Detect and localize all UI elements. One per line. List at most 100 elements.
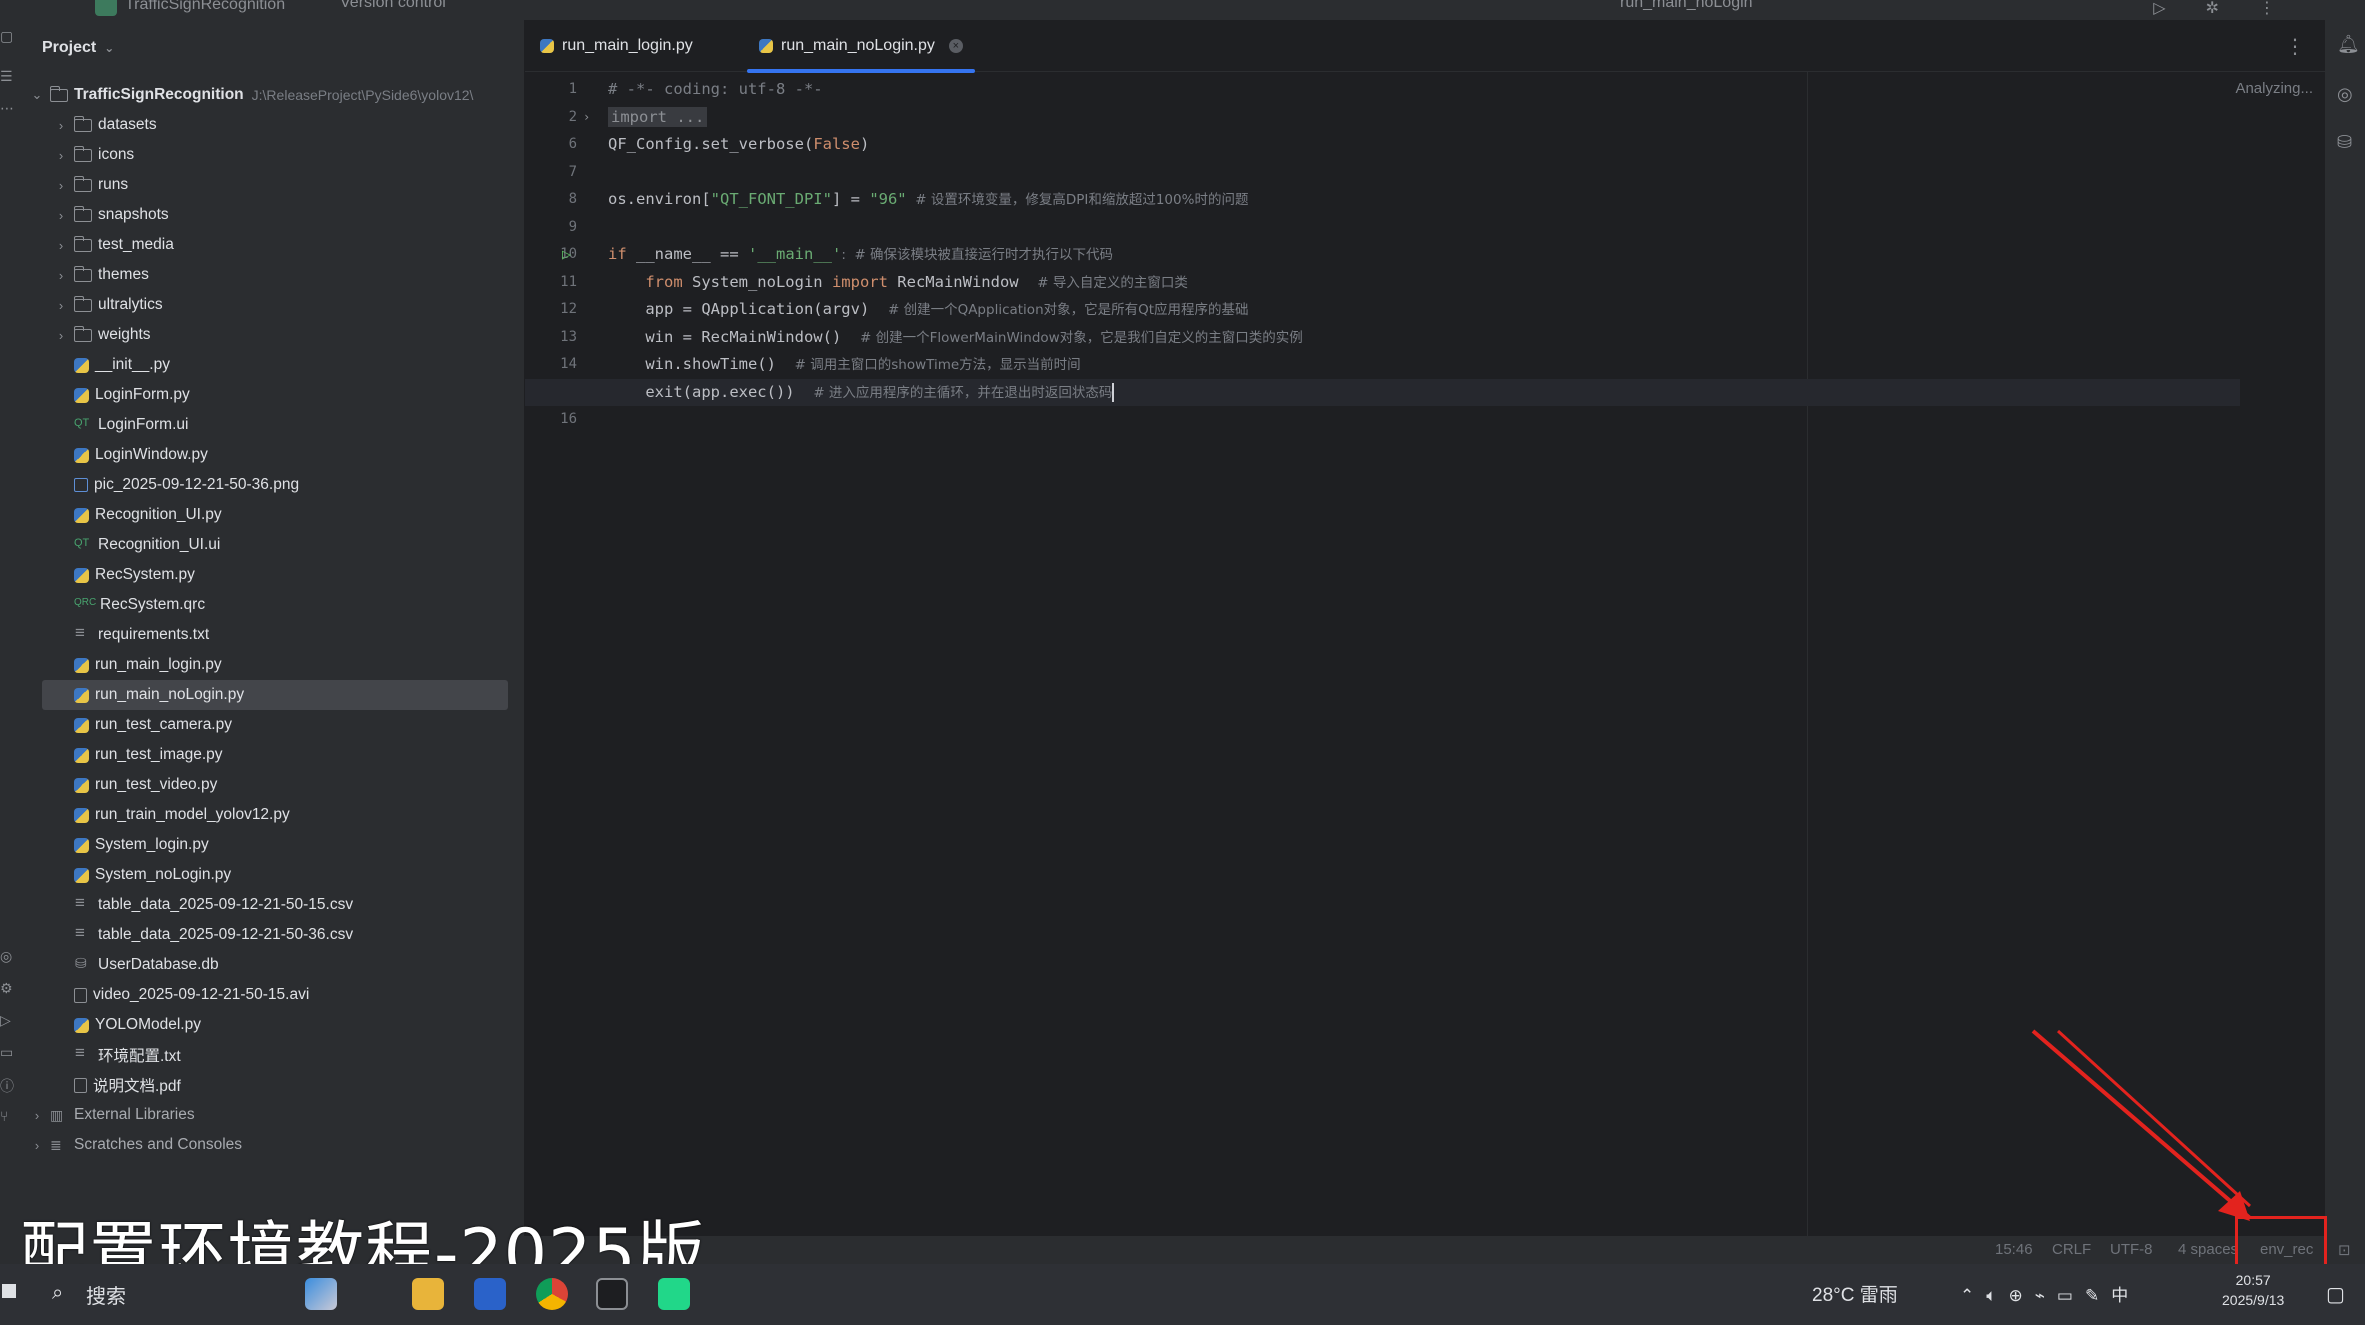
python-packages-icon[interactable]: ◎ — [0, 948, 16, 966]
tree-item[interactable]: table_data_2025-09-12-21-50-36.csv — [20, 920, 525, 950]
tree-item-label: LoginForm.ui — [98, 416, 189, 433]
chevron-right-icon[interactable]: › — [54, 178, 68, 193]
structure-tool-icon[interactable]: ☰ — [0, 68, 16, 86]
folder-icon — [73, 265, 92, 282]
code-line: from System_noLogin import RecMainWindow… — [608, 272, 1188, 291]
recorder-icon[interactable] — [596, 1278, 628, 1310]
run-icon[interactable]: ▷ — [2153, 0, 2165, 18]
more-vertical-icon[interactable]: ⋮ — [2259, 0, 2275, 18]
tree-item[interactable]: RecSystem.py — [20, 560, 525, 590]
indent-setting[interactable]: 4 spaces — [2178, 1241, 2238, 1258]
tree-item[interactable]: UserDatabase.db — [20, 950, 525, 980]
chrome-icon[interactable] — [536, 1278, 568, 1310]
chevron-right-icon[interactable]: › — [54, 148, 68, 163]
tree-item[interactable]: › test_media — [20, 230, 525, 260]
tree-item[interactable]: QRC RecSystem.qrc — [20, 590, 525, 620]
database-icon[interactable]: ⛁ — [2337, 132, 2352, 153]
tree-item[interactable]: LoginForm.py — [20, 380, 525, 410]
chevron-down-icon: ⌄ — [104, 41, 115, 55]
project-tool-icon[interactable]: ▢ — [0, 28, 16, 46]
project-panel-header[interactable]: Project ⌄ — [20, 20, 524, 76]
tree-item-label: UserDatabase.db — [98, 956, 219, 973]
store-icon[interactable] — [474, 1278, 506, 1310]
project-switcher[interactable]: TrafficSignRecognition — [95, 0, 285, 16]
chevron-right-icon[interactable]: › — [30, 1138, 44, 1153]
tree-item[interactable]: › icons — [20, 140, 525, 170]
tree-item[interactable]: LoginWindow.py — [20, 440, 525, 470]
tree-item[interactable]: › weights — [20, 320, 525, 350]
notification-center-icon[interactable]: ▢ — [2326, 1282, 2345, 1307]
tree-external-libraries[interactable]: › ▥ External Libraries — [20, 1100, 525, 1130]
tree-item[interactable]: run_main_login.py — [20, 650, 525, 680]
chevron-right-icon[interactable]: › — [54, 268, 68, 283]
chevron-right-icon[interactable]: › — [54, 298, 68, 313]
tree-item[interactable]: › runs — [20, 170, 525, 200]
chevron-right-icon[interactable]: › — [54, 328, 68, 343]
run-config-selector[interactable]: run_main_noLogin — [1620, 0, 1753, 12]
file-encoding[interactable]: UTF-8 — [2110, 1241, 2153, 1258]
run-tool-icon[interactable]: ▷ — [0, 1012, 16, 1030]
tree-item[interactable]: QT LoginForm.ui — [20, 410, 525, 440]
tree-item[interactable]: › snapshots — [20, 200, 525, 230]
caret-position[interactable]: 15:46 — [1995, 1241, 2033, 1258]
file-explorer-icon[interactable] — [412, 1278, 444, 1310]
tree-item-label: Recognition_UI.ui — [98, 536, 221, 553]
tree-item[interactable]: System_noLogin.py — [20, 860, 525, 890]
services-icon[interactable]: ⚙ — [0, 980, 16, 998]
tree-item[interactable]: QT Recognition_UI.ui — [20, 530, 525, 560]
tree-item[interactable]: 环境配置.txt — [20, 1040, 525, 1070]
weather-widget[interactable]: 28°C 雷雨 — [1812, 1280, 1898, 1307]
tree-item[interactable]: run_test_video.py — [20, 770, 525, 800]
git-icon[interactable]: ⑂ — [0, 1108, 16, 1126]
tree-item[interactable]: run_train_model_yolov12.py — [20, 800, 525, 830]
chevron-right-icon[interactable]: › — [54, 208, 68, 223]
chevron-right-icon[interactable]: › — [30, 1108, 44, 1123]
taskbar-search[interactable]: 搜索 — [86, 1280, 126, 1309]
tree-item[interactable]: requirements.txt — [20, 620, 525, 650]
tree-item[interactable]: run_test_camera.py — [20, 710, 525, 740]
python-file-icon — [759, 39, 773, 53]
tree-item[interactable]: run_main_noLogin.py — [42, 680, 508, 710]
pycharm-icon[interactable] — [658, 1278, 690, 1310]
tree-item[interactable]: __init__.py — [20, 350, 525, 380]
tree-scratches[interactable]: › ≣ Scratches and Consoles — [20, 1130, 525, 1160]
close-icon[interactable]: × — [948, 39, 963, 53]
tree-root[interactable]: ⌄ TrafficSignRecognition J:\ReleaseProje… — [20, 80, 525, 110]
problems-icon[interactable]: ⓘ — [0, 1076, 16, 1094]
system-tray[interactable]: ⌃🔈︎⊕⌁▭✎中 — [1960, 1281, 2140, 1306]
tree-item[interactable]: › themes — [20, 260, 525, 290]
tree-item[interactable]: 说明文档.pdf — [20, 1070, 525, 1100]
search-icon[interactable]: ⌕ — [52, 1282, 63, 1305]
line-separator[interactable]: CRLF — [2052, 1241, 2091, 1258]
more-tools-icon[interactable]: ⋯ — [0, 100, 16, 118]
tree-item[interactable]: System_login.py — [20, 830, 525, 860]
tree-item[interactable]: › ultralytics — [20, 290, 525, 320]
chevron-right-icon[interactable]: › — [54, 118, 68, 133]
tree-item[interactable]: YOLOModel.py — [20, 1010, 525, 1040]
code-editor[interactable]: # -*- coding: utf-8 -*- import ... QF_Co… — [525, 76, 2308, 434]
taskbar-app-icon[interactable] — [305, 1278, 337, 1310]
run-gutter-icon[interactable]: ▷ — [562, 241, 571, 269]
tab-run-main-login[interactable]: run_main_login.py — [540, 20, 693, 72]
tree-item[interactable]: table_data_2025-09-12-21-50-15.csv — [20, 890, 525, 920]
vcs-menu[interactable]: Version control — [340, 0, 446, 12]
notifications-icon[interactable]: 🔔︎ — [2337, 34, 2360, 55]
lock-icon[interactable]: ⊡ — [2338, 1241, 2351, 1259]
tree-item[interactable]: pic_2025-09-12-21-50-36.png — [20, 470, 525, 500]
tree-item[interactable]: video_2025-09-12-21-50-15.avi — [20, 980, 525, 1010]
tree-item-label: ultralytics — [98, 296, 163, 313]
tree-item[interactable]: Recognition_UI.py — [20, 500, 525, 530]
tab-run-main-nologin[interactable]: run_main_noLogin.py × — [747, 20, 975, 73]
fold-chevron-icon[interactable]: › — [583, 104, 590, 132]
ai-assistant-icon[interactable]: ◎ — [2337, 84, 2353, 105]
folded-imports[interactable]: import ... — [608, 106, 708, 127]
chevron-right-icon[interactable]: › — [54, 238, 68, 253]
terminal-icon[interactable]: ▭ — [0, 1044, 16, 1062]
clock[interactable]: 20:57 2025/9/13 — [2222, 1270, 2284, 1310]
more-vertical-icon[interactable]: ⋮ — [2285, 34, 2305, 59]
debug-icon[interactable]: ✲ — [2206, 0, 2219, 18]
tree-item[interactable]: run_test_image.py — [20, 740, 525, 770]
chevron-down-icon[interactable]: ⌄ — [30, 87, 44, 103]
tree-item[interactable]: › datasets — [20, 110, 525, 140]
start-icon[interactable] — [2, 1284, 16, 1298]
